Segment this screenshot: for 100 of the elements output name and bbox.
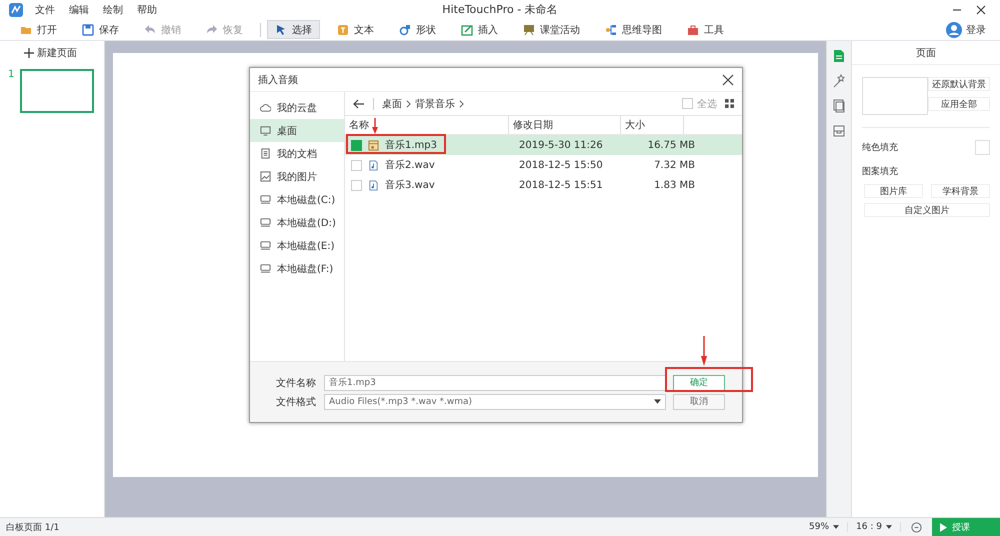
chevron-right-icon bbox=[459, 100, 464, 108]
place-label: 我的图片 bbox=[277, 170, 317, 184]
shapes-icon bbox=[399, 24, 411, 36]
login-button[interactable]: 登录 bbox=[966, 22, 986, 36]
cursor-icon bbox=[275, 24, 287, 36]
feedback-icon[interactable] bbox=[911, 522, 922, 532]
place-item[interactable]: 本地磁盘(E:) bbox=[250, 234, 344, 257]
toolbar-button[interactable]: 课堂活动 bbox=[515, 20, 588, 39]
file-name: 音乐2.wav bbox=[385, 158, 435, 172]
toolbar-button[interactable]: 打开 bbox=[12, 20, 65, 39]
file-name-field[interactable]: 音乐1.mp3 bbox=[324, 374, 666, 390]
user-avatar-icon[interactable] bbox=[946, 22, 962, 38]
audio-file-icon bbox=[368, 140, 379, 150]
image-icon bbox=[260, 171, 271, 182]
place-item[interactable]: 桌面 bbox=[250, 119, 344, 142]
page-thumbnail[interactable] bbox=[20, 69, 94, 113]
grid-view-icon[interactable] bbox=[725, 99, 734, 108]
toolbar-button[interactable]: 思维导图 bbox=[597, 20, 670, 39]
field-label: 文件格式 bbox=[275, 396, 316, 408]
annotation-arrow bbox=[701, 336, 707, 366]
page-settings-icon[interactable] bbox=[833, 49, 845, 63]
file-checkbox[interactable] bbox=[351, 140, 362, 150]
window-title: HiteTouchPro - 未命名 bbox=[442, 2, 558, 17]
toolbar-button[interactable]: 形状 bbox=[391, 20, 444, 39]
file-name: 音乐3.wav bbox=[385, 178, 435, 192]
apply-all-button[interactable]: 应用全部 bbox=[928, 97, 990, 111]
place-item[interactable]: 我的文档 bbox=[250, 142, 344, 165]
zoom-value: 59% bbox=[809, 522, 830, 532]
column-header[interactable]: 修改日期 bbox=[509, 116, 621, 134]
menu-item[interactable]: 绘制 bbox=[103, 2, 123, 16]
file-row[interactable]: 音乐2.wav 2018-12-5 15:50 7.32 MB bbox=[345, 155, 742, 175]
aspect-ratio-dropdown[interactable]: 16 : 9 bbox=[848, 522, 901, 532]
cloud-icon bbox=[260, 102, 271, 113]
page-number: 1 bbox=[8, 69, 14, 80]
page-count: 白板页面 1/1 bbox=[6, 522, 60, 534]
file-size: 1.83 MB bbox=[653, 180, 696, 190]
place-label: 我的云盘 bbox=[277, 102, 317, 114]
zoom-dropdown[interactable]: 59% bbox=[801, 522, 848, 532]
new-page-button[interactable]: 新建页面 bbox=[24, 46, 77, 60]
place-item[interactable]: 我的图片 bbox=[250, 165, 344, 188]
audio-file-icon bbox=[368, 160, 379, 170]
redo-icon bbox=[206, 24, 218, 36]
close-icon[interactable] bbox=[976, 4, 986, 14]
layers-icon[interactable] bbox=[833, 99, 845, 113]
close-icon[interactable] bbox=[722, 74, 734, 86]
file-row[interactable]: 音乐1.mp3 2019-5-30 11:26 16.75 MB bbox=[345, 135, 742, 155]
toolbar-button[interactable]: 插入 bbox=[453, 20, 506, 39]
place-item[interactable]: 本地磁盘(F:) bbox=[250, 257, 344, 280]
place-label: 本地磁盘(E:) bbox=[277, 240, 334, 252]
aspect-ratio-value: 16 : 9 bbox=[856, 522, 882, 532]
menu-item[interactable]: 帮助 bbox=[137, 2, 157, 16]
text-icon bbox=[337, 24, 349, 36]
background-preview bbox=[862, 77, 928, 115]
select-all-checkbox[interactable] bbox=[682, 98, 693, 109]
audio-file-icon bbox=[368, 180, 379, 190]
field-label: 文件名称 bbox=[275, 376, 316, 390]
place-item[interactable]: 我的云盘 bbox=[250, 96, 344, 119]
magic-wand-icon[interactable] bbox=[833, 74, 845, 88]
cancel-button[interactable]: 取消 bbox=[673, 394, 725, 410]
chevron-right-icon bbox=[406, 100, 411, 108]
ok-button[interactable]: 确定 bbox=[673, 374, 725, 390]
file-name: 音乐1.mp3 bbox=[385, 138, 437, 152]
file-type-value: Audio Files(*.mp3 *.wav *.wma) bbox=[329, 396, 472, 406]
caret-icon bbox=[833, 525, 840, 529]
pattern-button[interactable]: 图片库 bbox=[864, 184, 923, 198]
caret-icon bbox=[886, 525, 892, 529]
drive-icon bbox=[260, 240, 271, 251]
select-all-label: 全选 bbox=[697, 98, 717, 110]
save-icon bbox=[82, 24, 94, 36]
file-type-dropdown[interactable]: Audio Files(*.mp3 *.wav *.wma) bbox=[324, 394, 666, 410]
breadcrumb-item[interactable]: 桌面 bbox=[382, 96, 402, 110]
document-icon bbox=[260, 148, 271, 159]
toolbar-button[interactable]: 工具 bbox=[679, 20, 732, 39]
pattern-button[interactable]: 学科背景 bbox=[931, 184, 990, 198]
toolbar-button[interactable]: 保存 bbox=[74, 20, 127, 39]
file-checkbox[interactable] bbox=[351, 180, 362, 190]
place-item[interactable]: 本地磁盘(D:) bbox=[250, 211, 344, 234]
menu-item[interactable]: 文件 bbox=[35, 2, 55, 16]
toolbar-button[interactable]: 文本 bbox=[329, 20, 382, 39]
menu-item[interactable]: 编辑 bbox=[69, 2, 89, 16]
plus-icon bbox=[24, 48, 34, 58]
breadcrumb-item[interactable]: 背景音乐 bbox=[415, 96, 455, 110]
mind-map-icon bbox=[605, 24, 617, 36]
toolbox-icon bbox=[687, 24, 699, 36]
place-label: 桌面 bbox=[277, 124, 297, 138]
box-icon[interactable] bbox=[833, 124, 845, 138]
pattern-button[interactable]: 自定义图片 bbox=[864, 203, 990, 217]
color-swatch[interactable] bbox=[975, 140, 990, 155]
easel-icon bbox=[523, 24, 535, 36]
annotation-arrow bbox=[372, 118, 378, 134]
file-date: 2018-12-5 15:50 bbox=[518, 160, 604, 170]
image-icon bbox=[461, 24, 473, 36]
file-checkbox[interactable] bbox=[351, 160, 362, 170]
restore-default-button[interactable]: 还原默认背景 bbox=[928, 77, 990, 91]
place-item[interactable]: 本地磁盘(C:) bbox=[250, 188, 344, 211]
file-row[interactable]: 音乐3.wav 2018-12-5 15:51 1.83 MB bbox=[345, 175, 742, 195]
monitor-icon bbox=[260, 125, 271, 136]
toolbar-button[interactable]: 选择 bbox=[267, 20, 320, 39]
column-header[interactable]: 大小 bbox=[621, 116, 684, 134]
back-arrow-icon[interactable] bbox=[353, 98, 365, 108]
